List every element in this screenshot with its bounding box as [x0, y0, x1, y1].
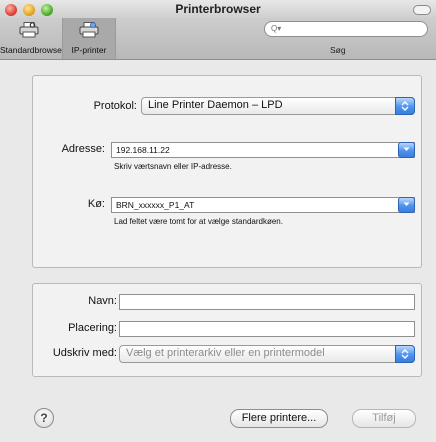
- queue-value: BRN_xxxxxx_P1_AT: [116, 200, 195, 210]
- location-input[interactable]: [119, 321, 415, 337]
- toolbar: Standardbrowser IP-printer Q▾ Søg: [0, 18, 436, 60]
- print-using-label: Udskriv med:: [52, 347, 117, 359]
- name-label: Navn:: [88, 295, 117, 307]
- search-caption: Søg: [330, 45, 346, 55]
- address-value: 192.168.11.22: [116, 145, 170, 155]
- print-using-value: Vælg et printerarkiv eller en printermod…: [126, 347, 325, 359]
- queue-label: Kø:: [87, 198, 105, 210]
- address-hint: Skriv værtsnavn eller IP-adresse.: [114, 162, 232, 171]
- tab-standard-browser-label: Standardbrowser: [0, 45, 65, 55]
- address-dropdown-icon[interactable]: [398, 142, 415, 158]
- window-title: Printerbrowser: [175, 2, 261, 16]
- title-bar: Printerbrowser: [0, 0, 436, 18]
- queue-dropdown-icon[interactable]: [398, 197, 415, 213]
- printer-details-panel: Navn: Placering: Udskriv med: Vælg et pr…: [32, 283, 422, 377]
- printer-icon: [19, 22, 39, 38]
- address-label: Adresse:: [61, 143, 105, 155]
- popup-arrows-icon: [395, 97, 415, 115]
- name-input[interactable]: [119, 294, 415, 310]
- network-printer-icon: [79, 22, 99, 38]
- tab-ip-printer-label: IP-printer: [71, 45, 107, 55]
- popup-arrows-icon: [395, 345, 415, 363]
- protocol-value: Line Printer Daemon – LPD: [148, 99, 283, 111]
- queue-hint: Lad feltet være tomt for at vælge standa…: [114, 217, 283, 226]
- print-using-popup[interactable]: Vælg et printerarkiv eller en printermod…: [119, 345, 415, 363]
- queue-field[interactable]: BRN_xxxxxx_P1_AT: [111, 197, 415, 213]
- toolbar-toggle-button[interactable]: [413, 5, 431, 15]
- protocol-popup[interactable]: Line Printer Daemon – LPD: [141, 97, 415, 115]
- tab-ip-printer[interactable]: IP-printer: [62, 18, 116, 59]
- add-button[interactable]: Tilføj: [352, 409, 416, 428]
- search-input[interactable]: Q▾: [264, 21, 428, 37]
- address-field[interactable]: 192.168.11.22: [111, 142, 415, 158]
- search-icon: Q▾: [271, 24, 282, 33]
- tab-standard-browser[interactable]: Standardbrowser: [0, 18, 65, 59]
- printer-browser-window: Printerbrowser Standardbrowser IP-printe…: [0, 0, 436, 442]
- protocol-label: Protokol:: [93, 100, 137, 112]
- more-printers-button[interactable]: Flere printere...: [230, 409, 328, 428]
- connection-panel: Protokol: Line Printer Daemon – LPD Adre…: [32, 75, 422, 268]
- location-label: Placering:: [68, 322, 117, 334]
- help-button[interactable]: ?: [34, 408, 54, 428]
